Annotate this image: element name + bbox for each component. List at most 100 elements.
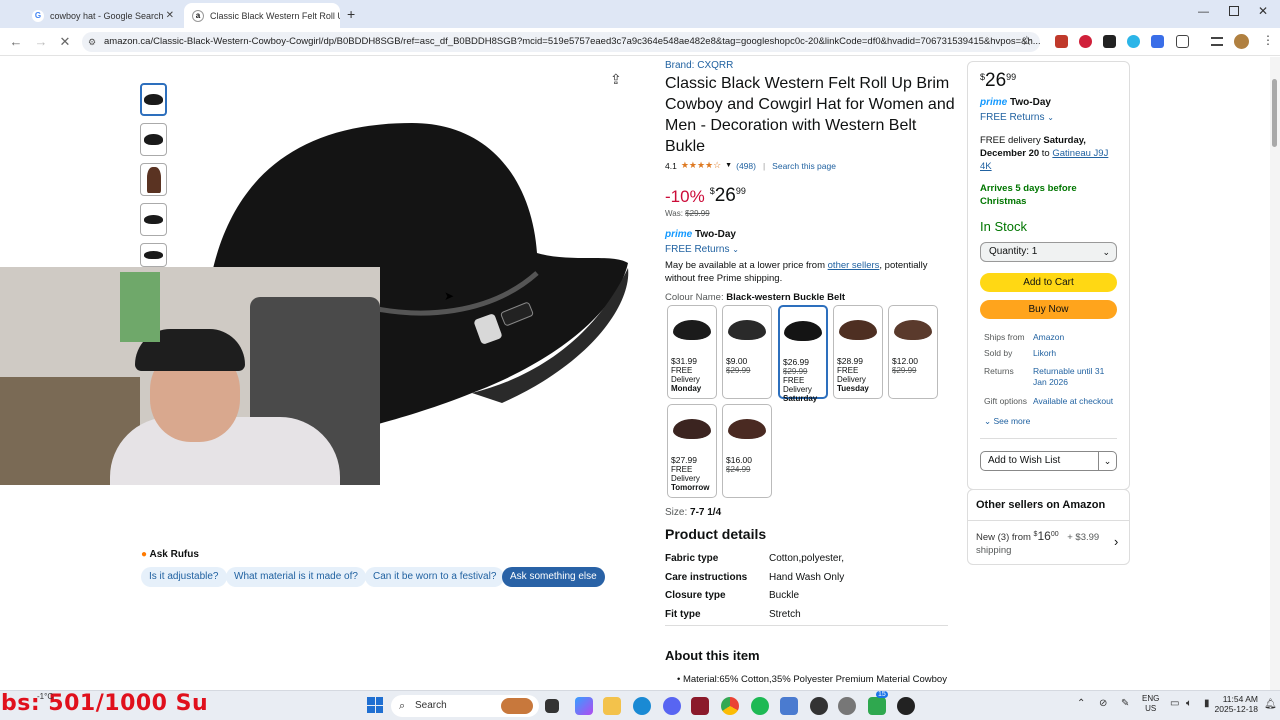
display-icon[interactable]: ▭ xyxy=(1170,698,1179,709)
extension-icon[interactable] xyxy=(1055,35,1068,48)
task-view-icon[interactable] xyxy=(545,699,559,713)
windows-start-icon[interactable] xyxy=(367,697,383,713)
stop-loading-icon[interactable]: ✕ xyxy=(57,34,73,50)
battery-icon[interactable]: ▮ xyxy=(1204,698,1210,709)
extension-icon[interactable] xyxy=(1151,35,1164,48)
rufus-question-chip[interactable]: Is it adjustable? xyxy=(141,567,227,587)
chevron-down-icon[interactable]: ▼ xyxy=(725,162,732,169)
page-scrollbar[interactable] xyxy=(1270,57,1280,690)
close-tab-icon[interactable]: ✕ xyxy=(166,10,174,21)
extension-icon[interactable] xyxy=(1103,35,1116,48)
thumbnail-3[interactable] xyxy=(140,163,167,196)
volume-icon[interactable]: 🔈︎ xyxy=(1186,698,1192,709)
tab-google-search[interactable]: G cowboy hat - Google Search ✕ xyxy=(24,3,182,28)
rufus-question-chip[interactable]: Can it be worn to a festival? xyxy=(365,567,505,587)
size-value[interactable]: 7-7 1/4 xyxy=(690,507,721,518)
buybox-info-value[interactable]: Available at checkout xyxy=(1033,396,1115,407)
colour-swatch[interactable]: $31.99 FREE Delivery Monday xyxy=(667,305,717,399)
buybox-info-key: Sold by xyxy=(984,348,1013,358)
extension-icon[interactable] xyxy=(1127,35,1140,48)
prime-logo: prime xyxy=(665,229,693,240)
ask-rufus-heading: ● Ask Rufus xyxy=(141,549,199,560)
chrome-icon[interactable] xyxy=(721,697,739,715)
star-rating-icon[interactable]: ★★★★☆ xyxy=(681,160,721,171)
colour-swatch[interactable]: $12.00 $29.99 xyxy=(888,305,938,399)
add-to-wish-list-button[interactable]: Add to Wish List ⌄ xyxy=(980,451,1117,471)
scrollbar-thumb[interactable] xyxy=(1272,79,1277,147)
browser-menu-icon[interactable]: ⋮ xyxy=(1262,33,1274,47)
clock[interactable]: 11:54 AM 2025-12-18 xyxy=(1210,694,1258,714)
thumbnail-2[interactable] xyxy=(140,123,167,156)
pen-icon[interactable]: ✎ xyxy=(1121,698,1129,709)
forward-icon[interactable]: → xyxy=(33,34,49,50)
back-icon[interactable]: ← xyxy=(8,34,24,50)
reading-list-icon[interactable] xyxy=(1211,37,1223,46)
spotify-icon[interactable] xyxy=(751,697,769,715)
thumbnail-1[interactable] xyxy=(140,83,167,116)
colour-name-row: Colour Name: Black-western Buckle Belt xyxy=(665,292,845,303)
extensions-puzzle-icon[interactable] xyxy=(1176,35,1189,48)
other-sellers-box[interactable]: Other sellers on Amazon New (3) from $16… xyxy=(967,489,1130,565)
delivery-info: FREE delivery Saturday, December 20 to G… xyxy=(980,134,1120,173)
discord-icon[interactable] xyxy=(663,697,681,715)
minimize-icon[interactable]: — xyxy=(1198,6,1209,18)
new-tab-button[interactable]: + xyxy=(347,6,355,22)
app-icon[interactable] xyxy=(691,697,709,715)
swatch-price: $9.00 xyxy=(726,356,748,366)
prime-badge: prime Two-Day xyxy=(980,97,1051,108)
network-icon[interactable]: ⊘ xyxy=(1099,698,1107,709)
buybox-info-value[interactable]: Returnable until 31 Jan 2026 xyxy=(1033,366,1115,388)
chevron-down-icon[interactable]: ⌄ xyxy=(1098,452,1116,470)
edge-icon[interactable] xyxy=(633,697,651,715)
see-more-link[interactable]: ⌄ See more xyxy=(984,416,1030,427)
language-indicator[interactable]: ENG US xyxy=(1142,694,1159,714)
ask-something-else-button[interactable]: Ask something else xyxy=(502,567,605,587)
profile-avatar[interactable] xyxy=(1234,34,1249,49)
swatch-price: $31.99 xyxy=(671,356,697,366)
search-this-page-link[interactable]: Search this page xyxy=(772,161,836,171)
buybox-info-value[interactable]: Likorh xyxy=(1033,348,1115,359)
site-info-icon[interactable]: ⚙ xyxy=(88,32,96,52)
notifications-bell-icon[interactable]: 🔔︎ xyxy=(1264,699,1277,710)
chevron-up-icon[interactable]: ⌃ xyxy=(1077,698,1085,709)
extension-icon[interactable] xyxy=(1079,35,1092,48)
add-to-cart-button[interactable]: Add to Cart xyxy=(980,273,1117,292)
taskbar-search-box[interactable]: ⌕ Search xyxy=(391,695,539,717)
swatch-delivery: FREE Delivery xyxy=(783,376,812,394)
share-icon[interactable]: ⇪ xyxy=(610,71,622,88)
close-window-icon[interactable]: ✕ xyxy=(1258,4,1268,18)
app-icon[interactable] xyxy=(780,697,798,715)
buybox-info-value[interactable]: Amazon xyxy=(1033,332,1115,343)
brand-link[interactable]: Brand: CXQRR xyxy=(665,60,733,71)
colour-swatch[interactable]: $27.99 FREE Delivery Tomorrow xyxy=(667,404,717,498)
thumbnail-4[interactable] xyxy=(140,203,167,236)
colour-swatch[interactable]: $9.00 $29.99 xyxy=(722,305,772,399)
buy-now-button[interactable]: Buy Now xyxy=(980,300,1117,319)
bookmark-star-icon[interactable]: ☆ xyxy=(1021,33,1033,49)
app-icon[interactable]: 15 xyxy=(868,691,888,715)
copilot-icon[interactable] xyxy=(575,697,593,715)
file-explorer-icon[interactable] xyxy=(603,697,621,715)
rufus-question-chip[interactable]: What material is it made of? xyxy=(226,567,366,587)
product-details-heading: Product details xyxy=(665,526,767,542)
other-sellers-link[interactable]: other sellers xyxy=(828,260,880,271)
quantity-select[interactable]: Quantity: 1 ⌄ xyxy=(980,242,1117,262)
free-returns-link[interactable]: FREE Returns ⌄ xyxy=(665,244,739,255)
obs-icon[interactable] xyxy=(810,697,828,715)
free-returns-link[interactable]: FREE Returns ⌄ xyxy=(980,112,1054,123)
chevron-right-icon[interactable]: › xyxy=(1114,534,1118,549)
colour-swatch[interactable]: $28.99 FREE Delivery Tuesday xyxy=(833,305,883,399)
about-bullet: • Material:65% Cotton,35% Polyester Prem… xyxy=(677,674,947,685)
maximize-icon[interactable] xyxy=(1229,6,1239,16)
tab-amazon-product[interactable]: a Classic Black Western Felt Roll U ✕ xyxy=(184,3,340,28)
settings-icon[interactable] xyxy=(838,697,856,715)
buybox-info-key: Returns xyxy=(984,366,1014,376)
app-icon[interactable] xyxy=(897,697,915,715)
hat-thumbnail-image xyxy=(144,94,163,105)
review-count-link[interactable]: (498) xyxy=(736,161,756,171)
thumbnail-5[interactable] xyxy=(140,243,167,267)
see-more-text: See more xyxy=(993,416,1031,426)
colour-swatch[interactable]: $26.99 $29.99 FREE Delivery Saturday xyxy=(778,305,828,403)
colour-swatch[interactable]: $16.00 $24.99 xyxy=(722,404,772,498)
address-bar[interactable]: ⚙ amazon.ca/Classic-Black-Western-Cowboy… xyxy=(82,32,1040,52)
